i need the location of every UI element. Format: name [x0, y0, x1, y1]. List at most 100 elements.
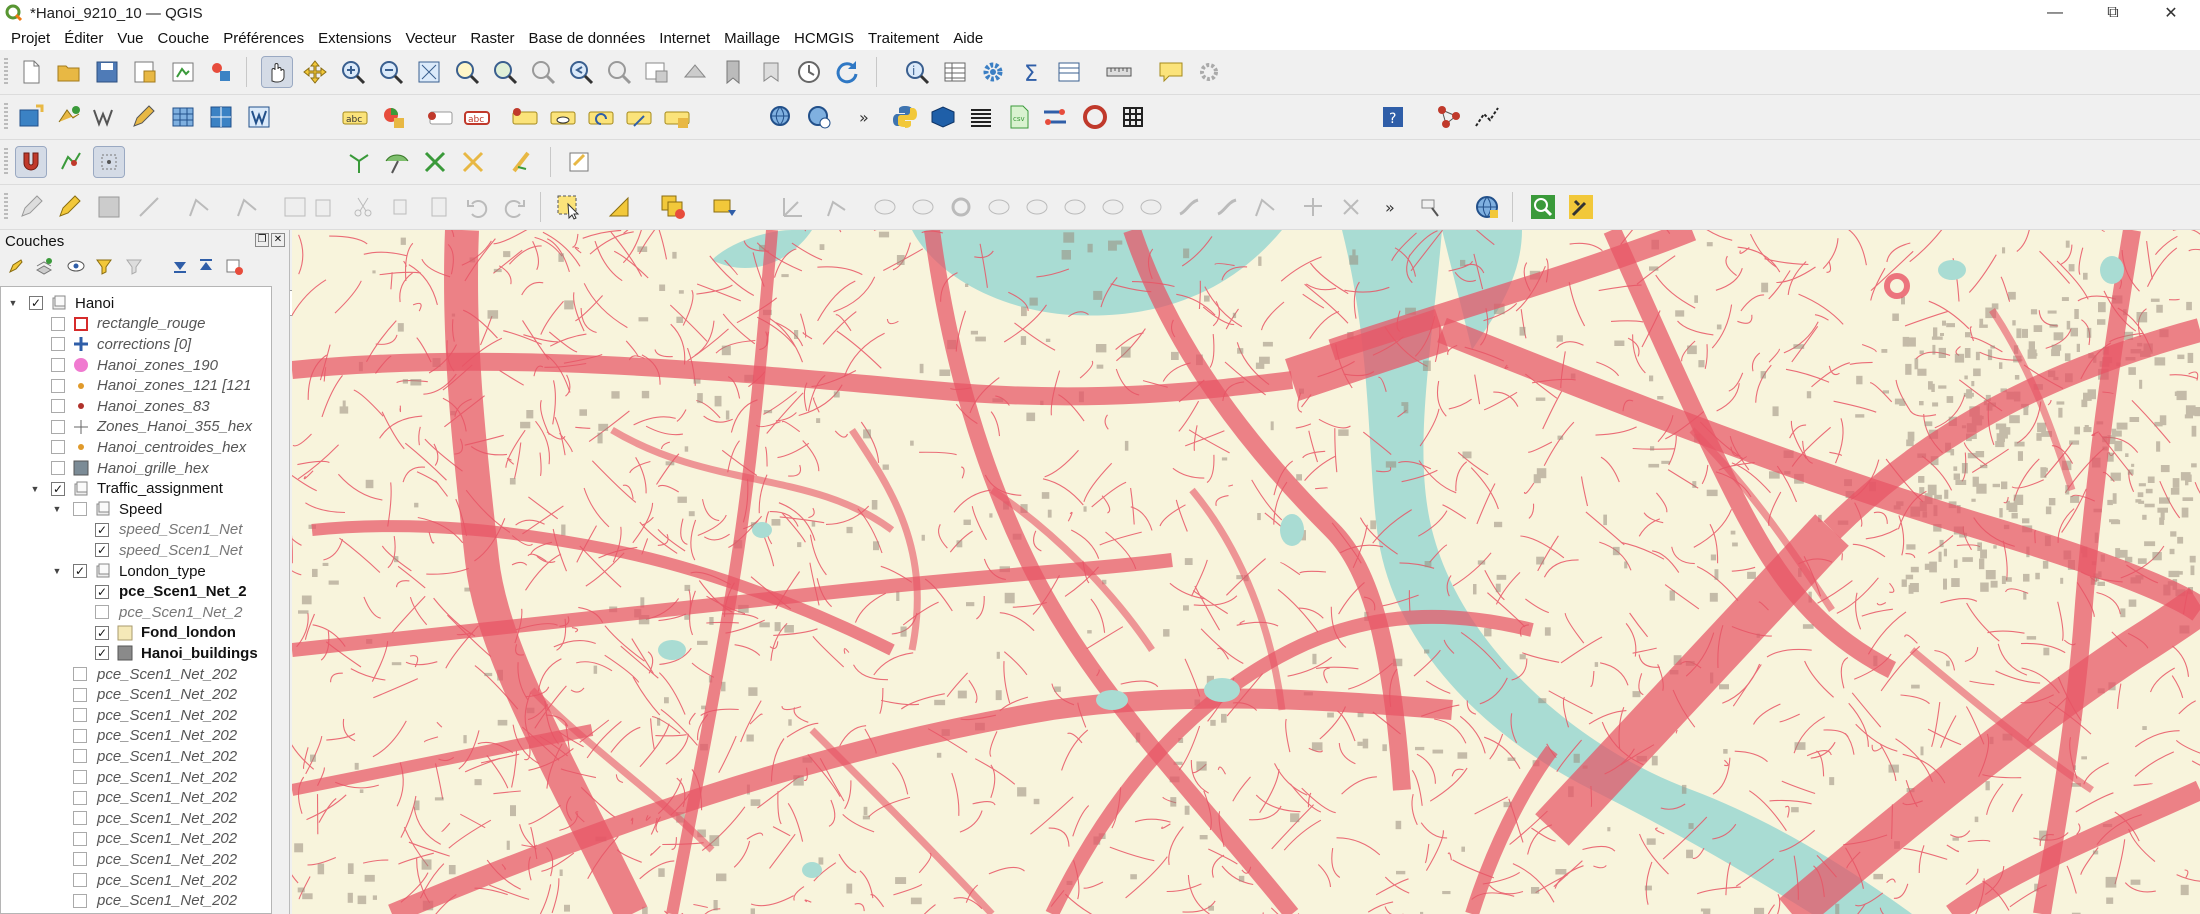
select-by-location-icon[interactable] — [710, 192, 740, 222]
layer-visibility-checkbox[interactable] — [73, 687, 87, 702]
new-3d-view-icon[interactable] — [680, 57, 710, 87]
zoom-next-icon[interactable] — [604, 57, 634, 87]
network-arrows-icon[interactable] — [1040, 102, 1070, 132]
bookmark-icon[interactable] — [718, 57, 748, 87]
change-label-icon[interactable] — [624, 102, 654, 132]
add-ring-icon[interactable] — [820, 192, 850, 222]
menu-preferences[interactable]: Préférences — [216, 30, 311, 47]
pan-hand-icon[interactable] — [261, 56, 293, 88]
menu-vue[interactable]: Vue — [110, 30, 150, 47]
layer-visibility-checkbox[interactable] — [51, 399, 65, 414]
layer-visibility-checkbox[interactable]: ✓ — [73, 564, 87, 579]
save-as-icon[interactable] — [130, 57, 160, 87]
ring-icon[interactable] — [1080, 102, 1110, 132]
layer-visibility-checkbox[interactable]: ✓ — [95, 646, 109, 661]
zoom-full-icon[interactable] — [414, 57, 444, 87]
layer-row[interactable]: pce_Scen1_Net_202 — [1, 870, 271, 891]
show-hide-label-icon[interactable] — [548, 102, 578, 132]
layer-visibility-checkbox[interactable] — [73, 667, 87, 682]
new-project-icon[interactable] — [16, 57, 46, 87]
menu-projet[interactable]: Projet — [4, 30, 57, 47]
new-map-view-icon[interactable] — [642, 57, 672, 87]
snapping-vertex-icon[interactable] — [93, 146, 125, 178]
graph-lines-icon[interactable] — [1472, 102, 1502, 132]
layer-visibility-checkbox[interactable] — [51, 419, 65, 434]
layer-group-row[interactable]: ▼ ✓ London_type — [1, 561, 271, 582]
layer-visibility-checkbox[interactable] — [73, 831, 87, 846]
layer-row[interactable]: pce_Scen1_Net_202 — [1, 664, 271, 685]
add-group-icon[interactable] — [34, 256, 54, 276]
zoom-out-icon[interactable] — [376, 57, 406, 87]
redo-icon[interactable] — [500, 192, 530, 222]
move-label-icon[interactable] — [510, 102, 540, 132]
fill-ring-icon[interactable] — [870, 192, 900, 222]
digitize-pencil-icon[interactable] — [128, 102, 158, 132]
layer-visibility-checkbox[interactable]: ✓ — [95, 625, 109, 640]
modify-attributes-icon[interactable] — [280, 192, 310, 222]
pin-label-icon[interactable] — [424, 102, 454, 132]
expand-chevron-icon[interactable]: ▼ — [51, 503, 63, 515]
layer-visibility-checkbox[interactable]: ✓ — [95, 584, 109, 599]
statistics-sigma-icon[interactable]: Σ — [1016, 57, 1046, 87]
float-panel-icon[interactable]: ❐ — [255, 233, 269, 247]
toggle-editing-icon[interactable] — [54, 192, 84, 222]
tracing-icon[interactable] — [508, 147, 538, 177]
menu-base-de-donnees[interactable]: Base de données — [522, 30, 653, 47]
zoom-to-selection-icon[interactable] — [452, 57, 482, 87]
layer-visibility-checkbox[interactable]: ✓ — [95, 522, 109, 537]
filter-expression-icon[interactable] — [124, 256, 144, 276]
layer-visibility-checkbox[interactable] — [51, 440, 65, 455]
attribute-table-icon[interactable] — [940, 57, 970, 87]
snap-intersection-icon[interactable] — [382, 147, 412, 177]
save-project-icon[interactable] — [92, 57, 122, 87]
layer-visibility-checkbox[interactable] — [51, 337, 65, 352]
python-icon[interactable] — [890, 102, 920, 132]
layer-group-row[interactable]: ▼ ✓ Hanoi — [1, 293, 271, 314]
layer-group-row[interactable]: ▼ Speed — [1, 499, 271, 520]
list-lines-icon[interactable] — [966, 102, 996, 132]
layer-row[interactable]: pce_Scen1_Net_202 — [1, 829, 271, 850]
manage-visibility-icon[interactable] — [66, 256, 86, 276]
collapse-all-icon[interactable] — [196, 256, 216, 276]
rotate-point-icon[interactable] — [1336, 192, 1366, 222]
layer-visibility-checkbox[interactable] — [51, 316, 65, 331]
undo-icon[interactable] — [462, 192, 492, 222]
grid-icon[interactable] — [1118, 102, 1148, 132]
layer-visibility-checkbox[interactable]: ✓ — [95, 543, 109, 558]
expand-chevron-icon[interactable]: ▼ — [7, 297, 19, 309]
paste-features-icon[interactable] — [424, 192, 454, 222]
save-edits-icon[interactable] — [94, 192, 124, 222]
pan-to-selection-icon[interactable] — [300, 57, 330, 87]
menu-internet[interactable]: Internet — [652, 30, 717, 47]
map-render[interactable] — [292, 230, 2200, 914]
bookmarks-manager-icon[interactable] — [756, 57, 786, 87]
minimize-icon[interactable]: — — [2026, 0, 2084, 26]
add-wms-layer-icon[interactable] — [244, 102, 274, 132]
map-canvas[interactable] — [292, 230, 2200, 914]
settings-gear-icon[interactable] — [978, 57, 1008, 87]
open-styling-icon[interactable] — [6, 256, 26, 276]
expand-chevron-icon[interactable]: ▼ — [51, 565, 63, 577]
layer-visibility-checkbox[interactable] — [73, 728, 87, 743]
expand-all-icon[interactable] — [170, 256, 190, 276]
layer-visibility-checkbox[interactable]: ✓ — [29, 296, 43, 311]
close-panel-icon[interactable]: ✕ — [271, 233, 285, 247]
layer-row[interactable]: ✓ speed_Scen1_Net — [1, 540, 271, 561]
zoom-to-layer-icon[interactable] — [490, 57, 520, 87]
more-chevron-icon[interactable]: » — [850, 102, 880, 132]
help-icon[interactable]: ? — [1378, 102, 1408, 132]
identify-features-icon[interactable]: i — [902, 57, 932, 87]
search-green-icon[interactable] — [1528, 192, 1558, 222]
layer-row[interactable]: ✓ Hanoi_buildings — [1, 643, 271, 664]
layer-row[interactable]: corrections [0] — [1, 334, 271, 355]
menu-couche[interactable]: Couche — [151, 30, 217, 47]
temporal-controller-icon[interactable] — [794, 57, 824, 87]
layer-visibility-checkbox[interactable] — [51, 358, 65, 373]
layer-visibility-checkbox[interactable] — [95, 605, 109, 620]
processing-toolbox-icon[interactable] — [928, 102, 958, 132]
print-layout-icon[interactable] — [168, 57, 198, 87]
offset-curve-icon[interactable] — [1060, 192, 1090, 222]
menu-traitement[interactable]: Traitement — [861, 30, 946, 47]
network-nodes-icon[interactable] — [1434, 102, 1464, 132]
reverse-line-icon[interactable] — [1098, 192, 1128, 222]
